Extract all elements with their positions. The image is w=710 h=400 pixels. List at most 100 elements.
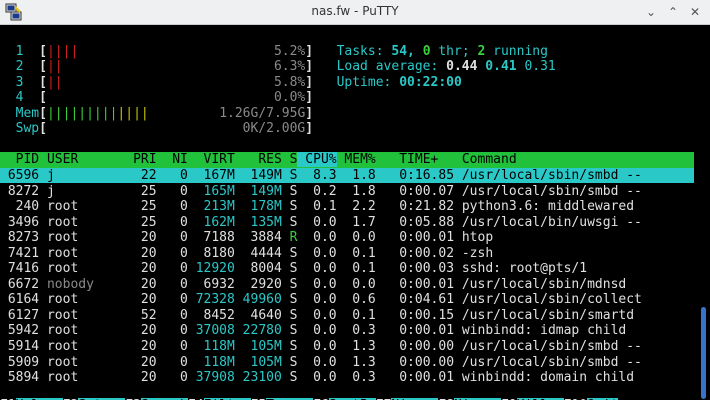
column-header-cpu[interactable]: CPU% [297, 152, 337, 168]
column-header-cmd[interactable]: Command [454, 152, 517, 167]
cell-cmd: sshd: root@pts/1 [454, 261, 588, 277]
process-row[interactable]: 7421 root 20 0 8180 4444 S 0.0 0.1 0:00.… [0, 246, 493, 262]
cell-cpu: 0.0 [297, 339, 337, 354]
cell-mem: 0.3 [336, 323, 376, 339]
meter-bracket: ] [305, 90, 314, 106]
column-header-s[interactable]: S [282, 152, 298, 167]
process-row[interactable]: 7416 root 20 0 12920 8004 S 0.0 0.1 0:00… [0, 261, 587, 277]
process-row[interactable]: 5942 root 20 0 37008 22780 S 0.0 0.3 0:0… [0, 323, 626, 339]
cell-virt: 37008 [187, 323, 235, 339]
stat-text: Uptime: [336, 74, 400, 90]
cell-pri: 52 [117, 307, 157, 323]
column-header-user[interactable]: USER [39, 152, 117, 167]
cpu-number: 1 [0, 43, 40, 59]
cell-res: 135M [234, 214, 282, 230]
cell-virt: 8452 [187, 307, 235, 323]
meter-padding [63, 59, 274, 74]
process-row[interactable]: 5909 root 20 0 118M 105M S 0.0 1.3 0:00.… [0, 355, 642, 371]
cell-virt: 72328 [187, 292, 235, 308]
column-header-mem[interactable]: MEM% [337, 152, 375, 167]
cell-pid: 6672 [0, 276, 40, 292]
cell-res: 8004 [234, 261, 282, 277]
cell-cpu: 8.3 [297, 167, 337, 183]
stat-text: 0.41 [485, 59, 525, 75]
minimize-icon[interactable]: ⌄ [642, 3, 660, 21]
meter-padding [149, 106, 219, 121]
meter-bracket: [ [39, 59, 47, 75]
meter-label: Mem [0, 105, 40, 121]
scrollbar-thumb[interactable] [701, 307, 706, 399]
cell-cpu: 0.0 [297, 323, 337, 339]
cell-res: 49960 [234, 292, 282, 308]
process-row[interactable]: 6127 root 52 0 8452 4640 S 0.0 0.1 0:00.… [0, 308, 634, 324]
cell-cmd: winbindd: idmap child [454, 323, 627, 339]
terminal-area[interactable]: 1 [|||| 5.2%] Tasks: 54, 0 thr; 2 runnin… [0, 25, 694, 400]
meter-bracket: ] [305, 121, 314, 137]
cell-s: S [281, 292, 298, 308]
column-header-ni[interactable]: NI [157, 152, 188, 167]
process-row[interactable]: 5914 root 20 0 118M 105M S 0.0 1.3 0:00.… [0, 339, 642, 355]
title-bar[interactable]: nas.fw - PuTTY ⌄ ⌃ ✕ [0, 0, 710, 25]
meter-padding [78, 44, 274, 59]
process-row[interactable]: 6596 j 22 0 167M 149M S 8.3 1.8 0:16.85 … [0, 167, 694, 184]
cpu-value: 5.8% [273, 74, 306, 90]
cell-pri: 20 [117, 292, 157, 308]
cell-ni: 0 [156, 214, 188, 230]
column-header-time[interactable]: TIME+ [376, 152, 454, 167]
process-row[interactable]: 6672 nobody 20 0 6932 2920 S 0.0 0.0 0:0… [0, 277, 626, 293]
process-table-header: PID USER PRI NI VIRT RES S CPU% MEM% TIM… [0, 152, 694, 168]
cell-ni: 0 [156, 323, 188, 339]
cell-time: 0:04.61 [375, 292, 455, 308]
cell-cpu: 0.1 [297, 199, 337, 215]
cpu-meter: 2 [|| 6.3%] Load average: 0.44 0.41 0.31 [0, 59, 556, 75]
column-header-res[interactable]: RES [235, 152, 282, 167]
process-row[interactable]: 8273 root 20 0 7188 3884 R 0.0 0.0 0:00.… [0, 230, 493, 246]
cell-cmd: /usr/local/sbin/smbd -- [454, 339, 642, 354]
cell-pid: 8273 [0, 230, 40, 246]
cell-pri: 25 [117, 214, 157, 230]
close-icon[interactable]: ✕ [686, 3, 704, 21]
cell-ni: 0 [156, 199, 188, 215]
cell-user: root [39, 214, 118, 230]
cpu-number: 4 [0, 90, 40, 106]
putty-window: nas.fw - PuTTY ⌄ ⌃ ✕ 1 [|||| 5.2%] Tasks… [0, 0, 710, 400]
cell-user: nobody [39, 276, 118, 292]
column-header-virt[interactable]: VIRT [188, 152, 235, 167]
meter-bracket: ] [305, 43, 314, 59]
cell-virt: 165M [187, 183, 235, 199]
cell-ni: 0 [156, 261, 188, 277]
cell-user: root [39, 199, 118, 215]
cell-s: S [281, 339, 298, 354]
cell-virt: 167M [187, 167, 235, 183]
cell-user: root [39, 307, 118, 323]
process-row[interactable]: 5894 root 20 0 37908 23100 S 0.0 0.3 0:0… [0, 370, 634, 386]
cell-res: 178M [234, 199, 282, 215]
process-row[interactable]: 6164 root 20 0 72328 49960 S 0.0 0.6 0:0… [0, 292, 642, 308]
column-header-pri[interactable]: PRI [117, 152, 157, 167]
maximize-icon[interactable]: ⌃ [664, 3, 682, 21]
cell-res: 105M [234, 339, 282, 354]
cell-pid: 5942 [0, 323, 40, 339]
cell-user: j [39, 183, 118, 199]
cell-s: S [281, 245, 298, 261]
cell-s: R [281, 230, 298, 246]
stat-text: 00:22:00 [399, 74, 462, 90]
meter-label: Swp [0, 121, 40, 137]
process-row[interactable]: 3496 root 25 0 162M 135M S 0.0 1.7 0:05.… [0, 215, 642, 231]
meter-bracket: [ [39, 105, 47, 121]
cell-pid: 7416 [0, 261, 40, 277]
cell-user: root [39, 354, 118, 370]
cell-pid: 240 [0, 199, 40, 215]
cell-ni: 0 [156, 339, 188, 354]
cell-cmd: /usr/local/sbin/smbd -- [454, 183, 642, 199]
process-row[interactable]: 8272 j 25 0 165M 149M S 0.2 1.8 0:00.07 … [0, 184, 642, 200]
column-header-pid[interactable]: PID [0, 152, 40, 167]
cell-pid: 5914 [0, 339, 40, 354]
cell-pri: 20 [117, 230, 157, 246]
cpu-value: 6.3% [273, 59, 306, 75]
cell-cpu: 0.0 [297, 354, 337, 370]
cell-s: S [281, 183, 298, 199]
scrollbar[interactable] [697, 25, 710, 400]
meter-bracket: [ [39, 90, 47, 106]
process-row[interactable]: 240 root 25 0 213M 178M S 0.1 2.2 0:21.8… [0, 199, 634, 215]
